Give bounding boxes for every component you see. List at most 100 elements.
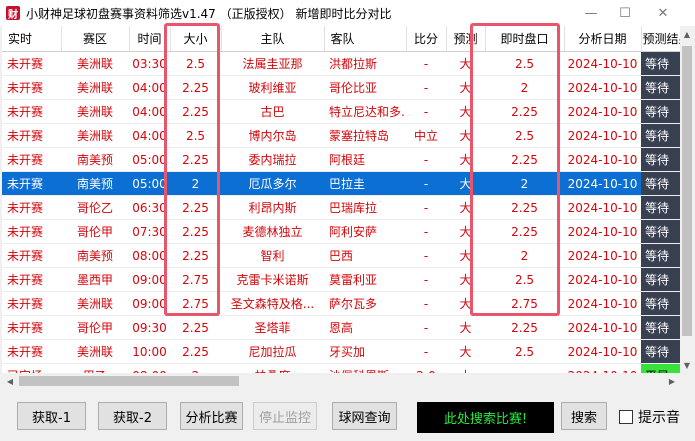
cell-time: 03:30 <box>129 51 170 76</box>
sound-checkbox[interactable] <box>619 410 633 424</box>
table-row[interactable]: 未开赛 南美预 05:00 2.25 委内瑞拉 阿根廷 - 大 2.25 2024-10-10 等待 <box>2 147 680 172</box>
table-row[interactable]: 已完场巴乙08:002帕桑度沙佩科恩斯2-0大 2024-10-10平局 <box>2 363 680 373</box>
scroll-right-icon[interactable]: ▶ <box>664 373 680 389</box>
query-site-button[interactable]: 球网查询 <box>332 402 397 430</box>
cell-pred: 大 <box>446 219 485 244</box>
cell-league: 美洲联 <box>61 99 129 124</box>
cell-time: 08:00 <box>129 243 170 268</box>
cell-result: 等待 <box>641 267 680 292</box>
stop-monitor-button[interactable]: 停止监控 <box>253 402 317 430</box>
col-header-ou[interactable]: 大小 <box>170 26 222 52</box>
cell-away: 蒙塞拉特岛 <box>324 123 406 148</box>
cell-pred: 大 <box>446 291 485 316</box>
col-header-result[interactable]: 预测结果 <box>641 26 680 52</box>
cell-status: 未开赛 <box>2 315 61 340</box>
cell-result: 等待 <box>641 75 680 100</box>
cell-score: - <box>406 291 446 316</box>
cell-league: 美洲联 <box>61 123 129 148</box>
cell-pred: 大 <box>446 195 485 220</box>
cell-pred: 大 <box>446 147 485 172</box>
vertical-scrollbar[interactable]: ▲ ▼ <box>680 26 694 373</box>
cell-result: 等待 <box>641 99 680 124</box>
col-header-date[interactable]: 分析日期 <box>564 26 642 52</box>
window-title: 小财神足球初盘赛事资料筛选v1.47 （正版授权） 新增即时比分对比 <box>26 6 392 21</box>
table-row[interactable]: 未开赛 哥伦甲 07:30 2.25 麦德林独立 阿利安萨 - 大 2.25 2024-10-10… <box>2 219 680 244</box>
cell-time: 09:30 <box>129 315 170 340</box>
cell-league: 美洲联 <box>61 75 129 100</box>
table-row[interactable]: 未开赛 美洲联 04:00 2.25 古巴 特立尼达和多... - 大 2.25 2024-10-… <box>2 99 680 124</box>
scroll-left-icon[interactable]: ◀ <box>2 373 18 389</box>
cell-away: 巴瑞库拉 <box>324 195 406 220</box>
cell-status: 未开赛 <box>2 291 61 316</box>
table-row[interactable]: 未开赛 哥伦乙 06:30 2.25 利昂内斯 巴瑞库拉 - 大 2.25 2024-10-10 等… <box>2 195 680 220</box>
sound-toggle[interactable]: 提示音 <box>619 405 680 429</box>
horizontal-scroll-thumb[interactable] <box>19 376 239 386</box>
cell-pred: 大 <box>446 123 485 148</box>
cell-status: 未开赛 <box>2 75 61 100</box>
cell-home: 厄瓜多尔 <box>221 171 324 196</box>
search-button[interactable]: 搜索 <box>561 402 607 430</box>
cell-pred: 大 <box>446 99 485 124</box>
cell-away: 沙佩科恩斯 <box>324 363 406 373</box>
cell-result: 平局 <box>641 363 680 373</box>
scroll-up-icon[interactable]: ▲ <box>680 26 694 42</box>
cell-away: 巴西 <box>324 243 406 268</box>
table-row[interactable]: 未开赛 美洲联 04:00 2.5 博内尔岛 蒙塞拉特岛 中立大 2.5 2024-10-10 等… <box>2 123 680 148</box>
analyze-match-button[interactable]: 分析比赛 <box>180 402 243 430</box>
cell-time: 10:00 <box>129 339 170 364</box>
cell-score: - <box>406 147 446 172</box>
cell-score: 中立 <box>406 123 446 148</box>
cell-away: 莫雷利亚 <box>324 267 406 292</box>
cell-status: 未开赛 <box>2 243 61 268</box>
cell-away: 哥伦比亚 <box>324 75 406 100</box>
close-icon[interactable]: ✕ <box>646 0 680 26</box>
cell-status: 未开赛 <box>2 195 61 220</box>
col-header-away[interactable]: 客队 <box>324 26 407 52</box>
table-row[interactable]: 未开赛 墨西甲 09:00 2.75 克雷卡米诺斯 莫雷利亚 - 大 2.5 2024-10-10… <box>2 267 680 292</box>
cell-away: 特立尼达和多... <box>324 99 406 124</box>
cell-league: 巴乙 <box>61 363 129 373</box>
fetch-2-button[interactable]: 获取-2 <box>98 402 167 430</box>
cell-away: 阿根廷 <box>324 147 406 172</box>
cell-score: 2-0 <box>406 363 446 373</box>
match-grid[interactable]: 实时 赛区 时间 大小 主队 客队 比分 预测 即时盘口 分析日期 预测结果 未… <box>2 26 680 373</box>
table-row[interactable]: 未开赛 美洲联 10:00 2.25 尼加拉瓜 牙买加 - 大 2.5 2024-10-10 等待 <box>2 339 680 364</box>
col-header-time[interactable]: 时间 <box>129 26 171 52</box>
maximize-icon[interactable]: ☐ <box>608 0 642 26</box>
minimize-icon[interactable]: — <box>574 0 608 26</box>
cell-league: 美洲联 <box>61 291 129 316</box>
cell-score: - <box>406 171 446 196</box>
cell-status: 已完场 <box>2 363 61 373</box>
vertical-scroll-thumb[interactable] <box>682 46 692 336</box>
cell-live: 2.5 <box>485 267 564 292</box>
cell-status: 未开赛 <box>2 147 61 172</box>
cell-live: 2.5 <box>485 339 564 364</box>
col-header-status[interactable]: 实时 <box>2 26 62 52</box>
col-header-score[interactable]: 比分 <box>406 26 447 52</box>
table-row[interactable]: 未开赛 南美预 08:00 2.25 智利 巴西 - 大 2 2024-10-10 等待 <box>2 243 680 268</box>
col-header-pred[interactable]: 预测 <box>446 26 486 52</box>
table-row[interactable]: 未开赛 哥伦甲 09:30 2.25 圣塔菲 恩高 - 大 2.25 2024-10-10 等待 <box>2 315 680 340</box>
cell-date: 2024-10-10 <box>564 363 641 373</box>
table-row[interactable]: 未开赛 美洲联 04:00 2.25 玻利维亚 哥伦比亚 - 大 2 2024-10-10 等待 <box>2 75 680 100</box>
cell-home: 智利 <box>221 243 324 268</box>
table-row[interactable]: 未开赛 美洲联 03:30 2.5 法属圭亚那 洪都拉斯 - 大 2.5 2024-10-10 等待 <box>2 51 680 76</box>
scroll-down-icon[interactable]: ▼ <box>680 357 694 373</box>
col-header-home[interactable]: 主队 <box>221 26 325 52</box>
cell-league: 哥伦乙 <box>61 195 129 220</box>
cell-league: 南美预 <box>61 171 129 196</box>
col-header-live[interactable]: 即时盘口 <box>485 26 565 52</box>
cell-status: 未开赛 <box>2 339 61 364</box>
table-row[interactable]: 未开赛 南美预 05:00 2 厄瓜多尔 巴拉圭 - 大 2 2024-10-10 等待 <box>2 171 680 196</box>
cell-pred: 大 <box>446 267 485 292</box>
cell-time: 04:00 <box>129 99 170 124</box>
col-header-league[interactable]: 赛区 <box>61 26 130 52</box>
fetch-1-button[interactable]: 获取-1 <box>17 402 86 430</box>
cell-away: 牙买加 <box>324 339 406 364</box>
horizontal-scrollbar[interactable]: ◀ ▶ <box>2 373 680 389</box>
cell-live: 2.25 <box>485 99 564 124</box>
cell-date: 2024-10-10 <box>564 195 641 220</box>
cell-away: 巴拉圭 <box>324 171 406 196</box>
cell-date: 2024-10-10 <box>564 339 641 364</box>
table-row[interactable]: 未开赛 美洲联 09:00 2.75 圣文森特及格... 萨尔瓦多 - 大 2.75 2024-1… <box>2 291 680 316</box>
